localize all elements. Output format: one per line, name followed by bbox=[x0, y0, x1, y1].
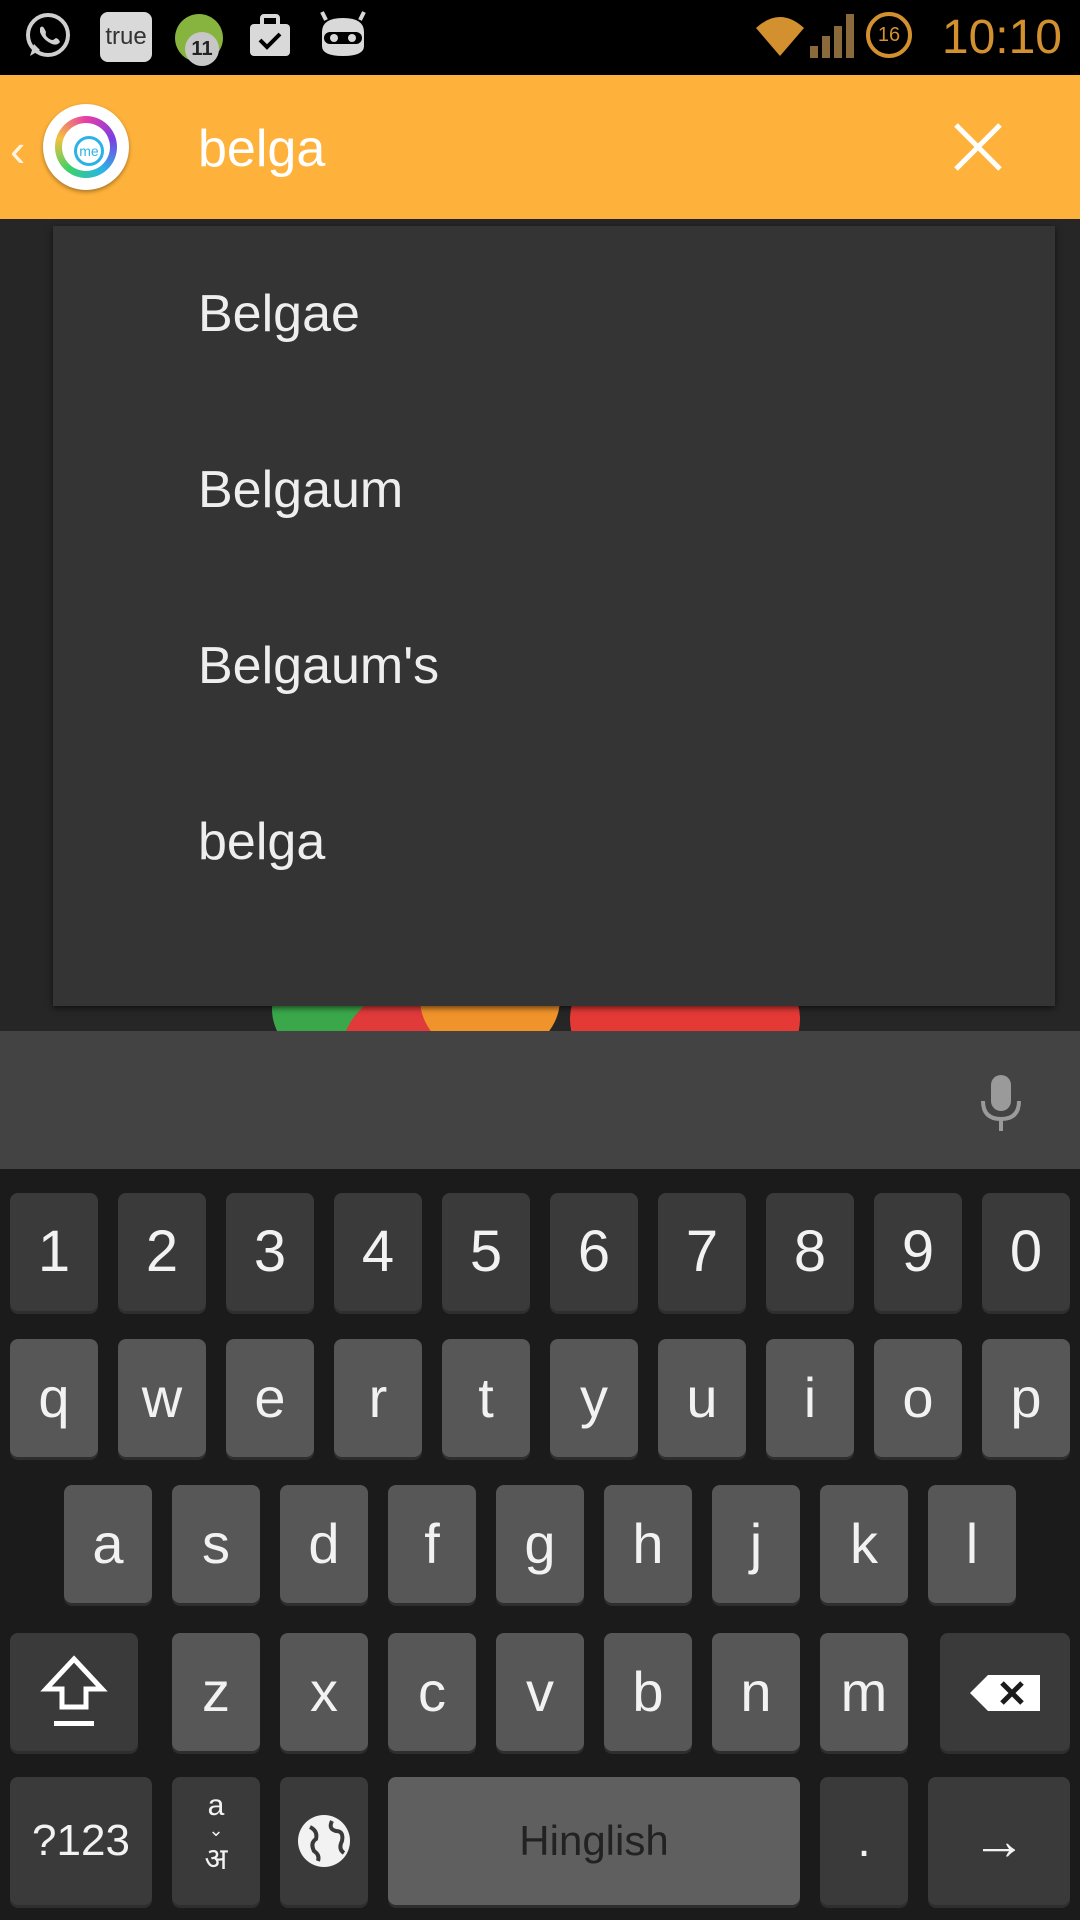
key[interactable]: g bbox=[496, 1485, 584, 1603]
key[interactable]: d bbox=[280, 1485, 368, 1603]
key[interactable]: 2 bbox=[118, 1193, 206, 1311]
key[interactable]: b bbox=[604, 1633, 692, 1751]
search-app-bar: ‹ me bbox=[0, 75, 1080, 219]
status-bar: true 11 16 10:10 bbox=[0, 0, 1080, 75]
whatsapp-icon bbox=[26, 13, 70, 57]
key[interactable]: q bbox=[10, 1339, 98, 1457]
suggestion-item[interactable]: Belgaum's bbox=[53, 578, 1055, 754]
notification-count: 11 bbox=[185, 32, 219, 66]
suggestions-dropdown: Belgae Belgaum Belgaum's belga bbox=[53, 226, 1055, 1006]
key[interactable]: 1 bbox=[10, 1193, 98, 1311]
key[interactable]: e bbox=[226, 1339, 314, 1457]
back-chevron-icon[interactable]: ‹ bbox=[10, 123, 25, 177]
key[interactable]: s bbox=[172, 1485, 260, 1603]
key[interactable]: o bbox=[874, 1339, 962, 1457]
messaging-app-icon: 11 bbox=[175, 14, 223, 66]
chevron-down-icon: ⌄ bbox=[208, 1820, 224, 1840]
suggestion-item[interactable]: belga bbox=[53, 754, 1055, 930]
wifi-icon bbox=[756, 17, 804, 56]
search-input[interactable] bbox=[198, 117, 898, 181]
key[interactable]: 4 bbox=[334, 1193, 422, 1311]
globe-icon bbox=[298, 1815, 350, 1867]
key[interactable]: 8 bbox=[766, 1193, 854, 1311]
key[interactable]: h bbox=[604, 1485, 692, 1603]
key[interactable]: l bbox=[928, 1485, 1016, 1603]
key[interactable]: n bbox=[712, 1633, 800, 1751]
key[interactable]: 0 bbox=[982, 1193, 1070, 1311]
battery-icon: 16 bbox=[866, 12, 912, 58]
suggestion-item[interactable]: Belgae bbox=[53, 226, 1055, 402]
key[interactable]: 6 bbox=[550, 1193, 638, 1311]
key[interactable]: r bbox=[334, 1339, 422, 1457]
key[interactable]: w bbox=[118, 1339, 206, 1457]
key[interactable]: y bbox=[550, 1339, 638, 1457]
globe-key[interactable] bbox=[280, 1777, 368, 1905]
backspace-icon bbox=[970, 1675, 1040, 1711]
suggestion-item[interactable]: Belgaum bbox=[53, 402, 1055, 578]
microphone-icon[interactable] bbox=[978, 1071, 1024, 1135]
key[interactable]: k bbox=[820, 1485, 908, 1603]
suggestion-strip bbox=[0, 1031, 1080, 1169]
close-icon[interactable] bbox=[946, 115, 1010, 179]
logo-text: me bbox=[74, 136, 104, 166]
key[interactable]: a bbox=[64, 1485, 152, 1603]
key[interactable]: t bbox=[442, 1339, 530, 1457]
key[interactable]: u bbox=[658, 1339, 746, 1457]
briefcase-check-icon bbox=[250, 14, 290, 56]
shift-icon bbox=[40, 1655, 108, 1726]
key[interactable]: p bbox=[982, 1339, 1070, 1457]
key[interactable]: 5 bbox=[442, 1193, 530, 1311]
soft-keyboard: 1234567890qwertyuiopasdfghjklzxcvbnm ?12… bbox=[0, 1031, 1080, 1920]
true-app-icon: true bbox=[100, 12, 152, 62]
key[interactable]: 9 bbox=[874, 1193, 962, 1311]
symbols-key[interactable]: ?123 bbox=[10, 1777, 152, 1905]
backspace-key[interactable] bbox=[940, 1633, 1070, 1751]
key[interactable]: z bbox=[172, 1633, 260, 1751]
language-switch-key[interactable]: a ⌄ अ bbox=[172, 1777, 260, 1905]
key[interactable]: 3 bbox=[226, 1193, 314, 1311]
key[interactable]: c bbox=[388, 1633, 476, 1751]
key[interactable]: m bbox=[820, 1633, 908, 1751]
period-key[interactable]: . bbox=[820, 1777, 908, 1905]
lang-devanagari: अ bbox=[204, 1843, 228, 1876]
key[interactable]: i bbox=[766, 1339, 854, 1457]
app-logo[interactable]: me bbox=[43, 104, 129, 190]
enter-key[interactable]: → bbox=[928, 1777, 1070, 1905]
key[interactable]: v bbox=[496, 1633, 584, 1751]
key[interactable]: j bbox=[712, 1485, 800, 1603]
key[interactable]: 7 bbox=[658, 1193, 746, 1311]
key[interactable]: x bbox=[280, 1633, 368, 1751]
signal-icon bbox=[810, 14, 854, 58]
space-key[interactable]: Hinglish bbox=[388, 1777, 800, 1905]
android-robot-icon bbox=[320, 11, 366, 56]
logo-ring: me bbox=[55, 116, 117, 178]
key[interactable]: f bbox=[388, 1485, 476, 1603]
clock: 10:10 bbox=[941, 11, 1062, 64]
shift-key[interactable] bbox=[10, 1633, 138, 1751]
lang-latin: a bbox=[207, 1789, 225, 1822]
